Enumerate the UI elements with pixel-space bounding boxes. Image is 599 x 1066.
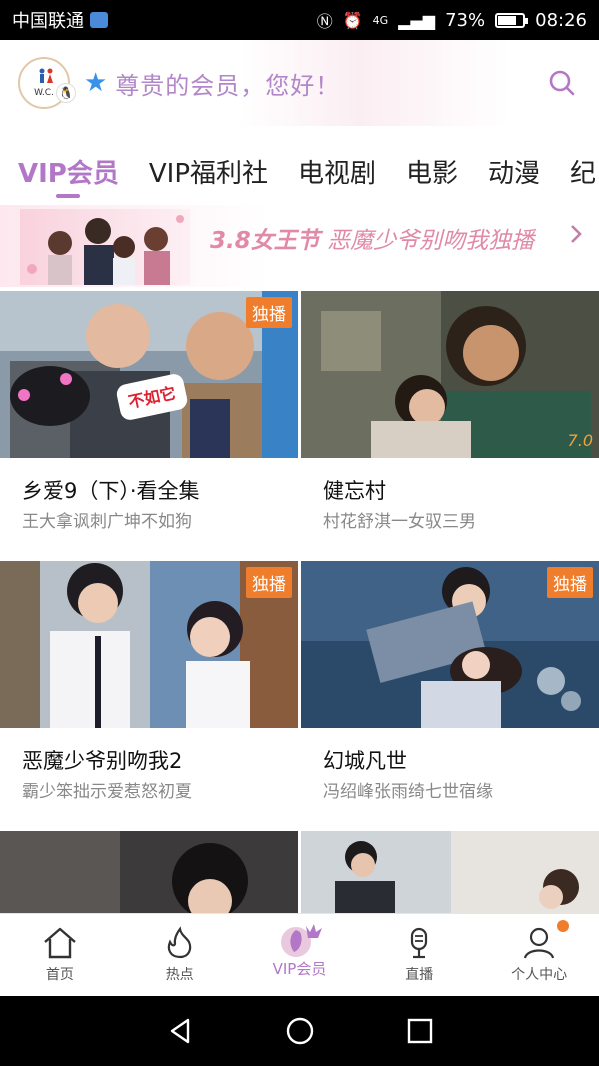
- video-thumbnail: [0, 831, 298, 913]
- nav-label: 直播: [405, 967, 434, 983]
- video-title: 乡爱9（下）·看全集: [22, 479, 200, 503]
- video-card[interactable]: 独播 恶魔少爷别吻我2 霸少笨拙示爱惹怒初夏: [0, 561, 298, 829]
- video-card[interactable]: 独播 幻城凡世 冯绍峰张雨绮七世宿缘: [301, 561, 599, 829]
- video-subtitle: 王大拿讽刺广坤不如狗: [22, 512, 192, 532]
- video-thumbnail: [301, 831, 599, 913]
- flame-icon: [167, 926, 191, 959]
- status-bar: 中国联通 Ⓝ ⏰ 4G ▂▄▆ 73% 08:26: [0, 0, 599, 40]
- exclusive-badge: 独播: [246, 567, 292, 598]
- tab-4[interactable]: 动漫: [488, 153, 540, 190]
- home-icon: [44, 927, 76, 959]
- microphone-icon: [411, 927, 428, 959]
- video-subtitle: 村花舒淇一女驭三男: [323, 512, 476, 532]
- video-subtitle: 霸少笨拙示爱惹怒初夏: [22, 782, 192, 802]
- tab-1[interactable]: VIP福利社: [149, 153, 268, 190]
- promo-banner[interactable]: 3.8女王节 恶魔少爷别吻我独播: [0, 205, 599, 287]
- nav-label: 热点: [165, 967, 194, 983]
- chevron-right-icon: [571, 225, 582, 243]
- person-icon: [523, 927, 555, 959]
- greeting-text: 尊贵的会员，您好！: [115, 71, 341, 100]
- notification-dot: [556, 920, 569, 932]
- video-card[interactable]: 7.0 健忘村 村花舒淇一女驭三男: [301, 291, 599, 559]
- nav-live[interactable]: 直播: [359, 914, 479, 997]
- nav-home[interactable]: 首页: [0, 914, 120, 997]
- recents-icon[interactable]: [407, 1018, 433, 1044]
- tab-5[interactable]: 纪: [570, 153, 596, 190]
- system-navigation-bar: [0, 996, 599, 1066]
- banner-subtitle: 恶魔少爷别吻我独播: [327, 228, 535, 254]
- carrier-badge-icon: [90, 12, 108, 28]
- back-icon[interactable]: [166, 1017, 194, 1045]
- alarm-icon: ⏰: [342, 10, 363, 30]
- video-title: 幻城凡世: [323, 749, 407, 773]
- category-tabs: VIP会员 VIP福利社 电视剧 电影 动漫纪: [0, 140, 599, 202]
- active-tab-indicator: [56, 194, 80, 198]
- avatar-figure-icon: [39, 68, 53, 83]
- nav-label: 个人中心: [511, 967, 568, 983]
- nav-label: VIP会员: [272, 960, 327, 978]
- home-circle-icon[interactable]: [285, 1016, 315, 1046]
- video-thumbnail: 独播: [0, 561, 298, 728]
- battery-percent: 73%: [445, 9, 486, 31]
- video-thumbnail: 独播: [301, 561, 599, 728]
- banner-highlight: 3.8女王节: [210, 228, 320, 254]
- vip-star-icon: ★: [84, 68, 108, 98]
- video-card[interactable]: 不如它 独播 乡爱9（下）·看全集 王大拿讽刺广坤不如狗: [0, 291, 298, 559]
- video-thumbnail: 不如它 独播: [0, 291, 298, 458]
- tab-2[interactable]: 电视剧: [298, 153, 376, 190]
- video-thumbnail: 7.0: [301, 291, 599, 458]
- tab-3[interactable]: 电影: [406, 153, 458, 190]
- video-subtitle: 冯绍峰张雨绮七世宿缘: [323, 782, 493, 802]
- video-card[interactable]: [301, 831, 599, 913]
- qq-penguin-icon: 🐧: [56, 83, 76, 103]
- header: W.C. 🐧 ★ 尊贵的会员，您好！: [0, 40, 599, 126]
- exclusive-badge: 独播: [547, 567, 593, 598]
- video-title: 恶魔少爷别吻我2: [22, 749, 183, 773]
- battery-level: [498, 15, 516, 25]
- vip-crown-icon: [281, 924, 323, 957]
- search-icon[interactable]: [547, 68, 577, 98]
- banner-title: 3.8女王节 恶魔少爷别吻我独播: [210, 221, 534, 255]
- signal-icon: ▂▄▆: [398, 10, 436, 30]
- nav-label: 首页: [45, 967, 74, 983]
- nfc-icon: Ⓝ: [316, 12, 333, 31]
- clock: 08:26: [535, 9, 587, 31]
- nav-hot[interactable]: 热点: [120, 914, 240, 997]
- battery-icon: [495, 12, 529, 28]
- carrier-name: 中国联通: [12, 11, 84, 32]
- avatar-label: W.C.: [34, 88, 54, 98]
- nav-vip[interactable]: VIP会员: [240, 914, 360, 997]
- video-title: 健忘村: [323, 479, 386, 503]
- avatar[interactable]: W.C. 🐧: [18, 57, 76, 109]
- network-type: 4G: [372, 13, 389, 27]
- tab-0[interactable]: VIP会员: [18, 153, 119, 190]
- nav-profile[interactable]: 个人中心: [479, 914, 599, 997]
- rating-score: 7.0: [567, 431, 593, 450]
- exclusive-badge: 独播: [246, 297, 292, 328]
- banner-cast-image: [20, 209, 190, 285]
- bottom-nav: 首页 热点 VIP会员 直播 个人中心: [0, 913, 599, 996]
- video-card[interactable]: [0, 831, 298, 913]
